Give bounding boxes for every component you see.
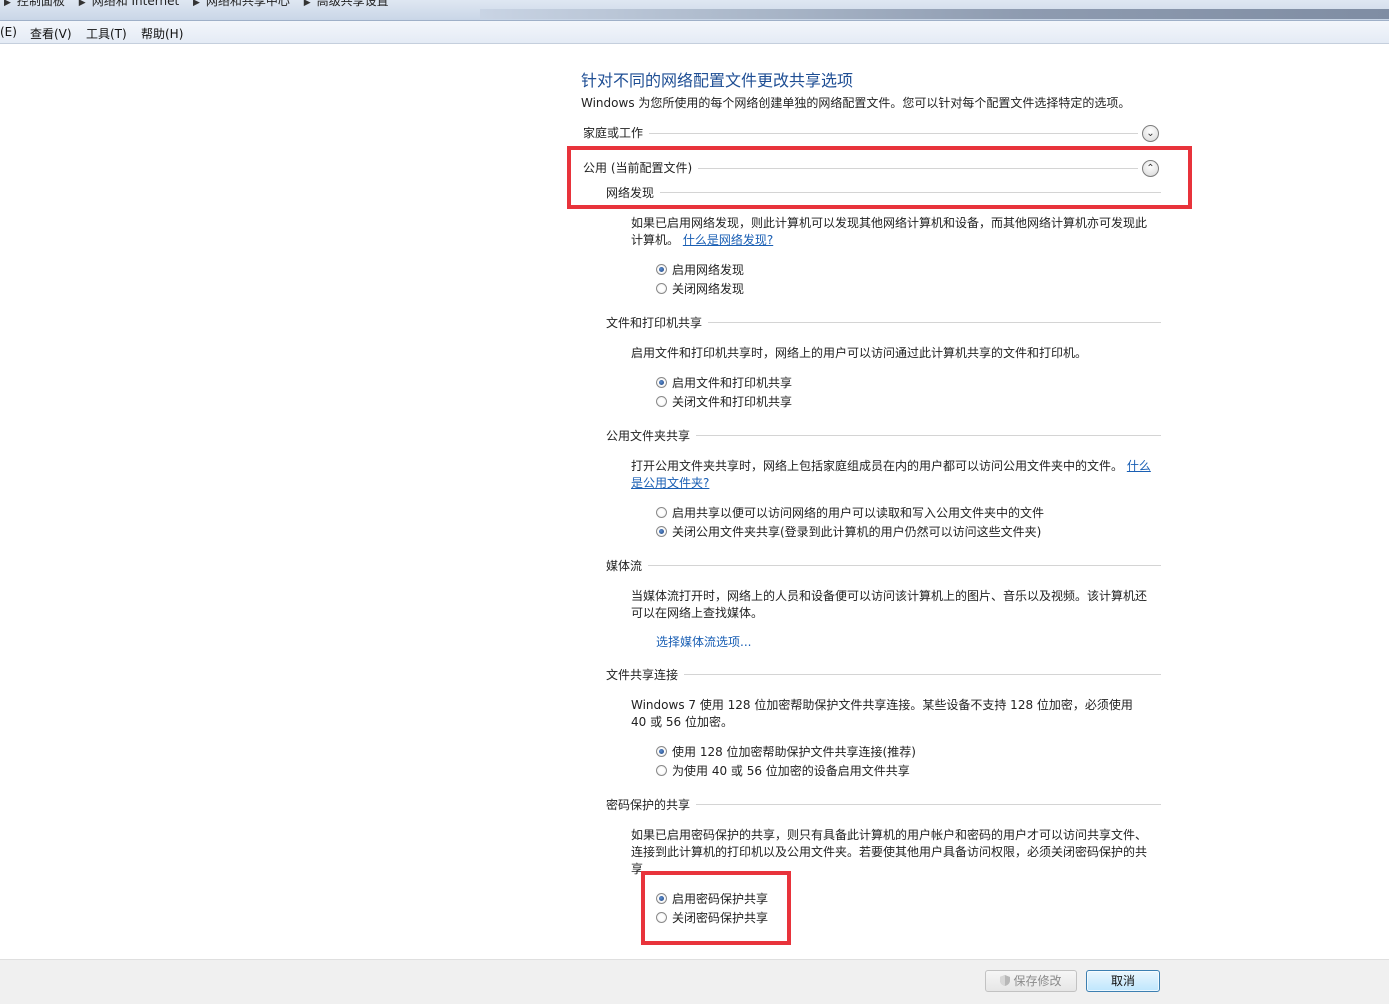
breadcrumb-item[interactable]: 控制面板: [17, 0, 65, 9]
breadcrumb-item[interactable]: 高级共享设置: [317, 0, 389, 9]
menu-bar: (E) 查看(V) 工具(T) 帮助(H): [0, 21, 1389, 44]
radio-disable-network-discovery[interactable]: 关闭网络发现: [656, 279, 744, 297]
footer-bar: [0, 959, 1389, 1004]
profile-home-work-header[interactable]: 家庭或工作: [583, 124, 650, 141]
radio-enable-file-printer[interactable]: 启用文件和打印机共享: [656, 373, 792, 391]
section-title-public-folder: 公用文件夹共享: [606, 427, 697, 444]
radio-enable-network-discovery[interactable]: 启用网络发现: [656, 260, 744, 278]
menu-edit[interactable]: (E): [0, 25, 17, 39]
breadcrumb-item[interactable]: 网络和共享中心: [206, 0, 290, 9]
section-title-file-printer: 文件和打印机共享: [606, 314, 709, 331]
chevron-right-icon: ▶: [192, 0, 200, 8]
radio-label: 启用文件和打印机共享: [672, 375, 793, 390]
what-is-network-discovery-link[interactable]: 什么是网络发现?: [683, 233, 773, 247]
radio-label: 启用共享以便可以访问网络的用户可以读取和写入公用文件夹中的文件: [672, 505, 1045, 520]
highlight-box-public-profile: [567, 146, 1192, 209]
chevron-right-icon: ▶: [4, 0, 11, 8]
radio-128bit[interactable]: 使用 128 位加密帮助保护文件共享连接(推荐): [656, 742, 916, 760]
breadcrumb: ▶ 控制面板 ▶ 网络和 Internet ▶ 网络和共享中心 ▶ 高级共享设置: [0, 0, 395, 8]
uac-shield-icon: [1000, 975, 1011, 986]
divider: [606, 565, 1161, 566]
radio-button-selected[interactable]: [656, 525, 667, 537]
chevron-right-icon: ▶: [303, 0, 311, 8]
divider: [583, 133, 1138, 134]
save-changes-label: 保存修改: [1013, 974, 1062, 988]
radio-disable-public-folder[interactable]: 关闭公用文件夹共享(登录到此计算机的用户仍然可以访问这些文件夹): [656, 522, 1041, 540]
page-description: Windows 为您所使用的每个网络创建单独的网络配置文件。您可以针对每个配置文…: [581, 96, 1131, 110]
radio-label: 为使用 40 或 56 位加密的设备启用文件共享: [672, 763, 910, 778]
window-frame-strip: [480, 9, 1389, 19]
media-text: 当媒体流打开时，网络上的人员和设备便可以访问该计算机上的图片、音乐以及视频。该计…: [631, 589, 1148, 620]
save-changes-button[interactable]: 保存修改: [985, 970, 1077, 992]
menu-help[interactable]: 帮助(H): [141, 25, 183, 42]
breadcrumb-item[interactable]: 网络和 Internet: [92, 0, 179, 9]
radio-label: 关闭网络发现: [672, 281, 745, 296]
menu-view[interactable]: 查看(V): [30, 25, 72, 42]
radio-label: 关闭公用文件夹共享(登录到此计算机的用户仍然可以访问这些文件夹): [672, 524, 1042, 539]
radio-enable-public-folder[interactable]: 启用共享以便可以访问网络的用户可以读取和写入公用文件夹中的文件: [656, 503, 1044, 521]
radio-button-selected[interactable]: [656, 263, 667, 275]
file-sharing-conn-text: Windows 7 使用 128 位加密帮助保护文件共享连接。某些设备不支持 1…: [631, 698, 1133, 729]
address-bar[interactable]: ▶ 控制面板 ▶ 网络和 Internet ▶ 网络和共享中心 ▶ 高级共享设置: [0, 0, 1389, 21]
menu-tools[interactable]: 工具(T): [86, 25, 127, 42]
radio-label: 使用 128 位加密帮助保护文件共享连接(推荐): [672, 744, 916, 759]
file-printer-text: 启用文件和打印机共享时，网络上的用户可以访问通过此计算机共享的文件和打印机。: [631, 346, 1088, 360]
radio-disable-file-printer[interactable]: 关闭文件和打印机共享: [656, 392, 792, 410]
public-folder-desc: 打开公用文件夹共享时，网络上包括家庭组成员在内的用户都可以访问公用文件夹中的文件…: [631, 459, 1124, 473]
chevron-right-icon: ▶: [78, 0, 86, 8]
section-title-media: 媒体流: [606, 557, 649, 574]
page-title: 针对不同的网络配置文件更改共享选项: [581, 71, 854, 90]
section-title-password: 密码保护的共享: [606, 796, 697, 813]
radio-button-selected[interactable]: [656, 376, 667, 388]
media-options-link[interactable]: 选择媒体流选项...: [656, 633, 751, 650]
expand-chevron-down-icon[interactable]: ⌄: [1142, 125, 1159, 142]
section-title-file-sharing-connections: 文件共享连接: [606, 666, 685, 683]
radio-button[interactable]: [656, 395, 667, 407]
network-discovery-text: 如果已启用网络发现，则此计算机可以发现其他网络计算机和设备，而其他网络计算机亦可…: [631, 215, 1151, 249]
highlight-box-password-options: [641, 871, 791, 945]
radio-label: 关闭文件和打印机共享: [672, 394, 793, 409]
radio-button-selected[interactable]: [656, 745, 667, 757]
divider: [606, 674, 1161, 675]
public-folder-text: 打开公用文件夹共享时，网络上包括家庭组成员在内的用户都可以访问公用文件夹中的文件…: [631, 458, 1151, 492]
radio-button[interactable]: [656, 282, 667, 294]
radio-button[interactable]: [656, 506, 667, 518]
cancel-button[interactable]: 取消: [1086, 970, 1160, 992]
radio-button[interactable]: [656, 764, 667, 776]
radio-label: 启用网络发现: [672, 262, 745, 277]
radio-40-56bit[interactable]: 为使用 40 或 56 位加密的设备启用文件共享: [656, 761, 910, 779]
